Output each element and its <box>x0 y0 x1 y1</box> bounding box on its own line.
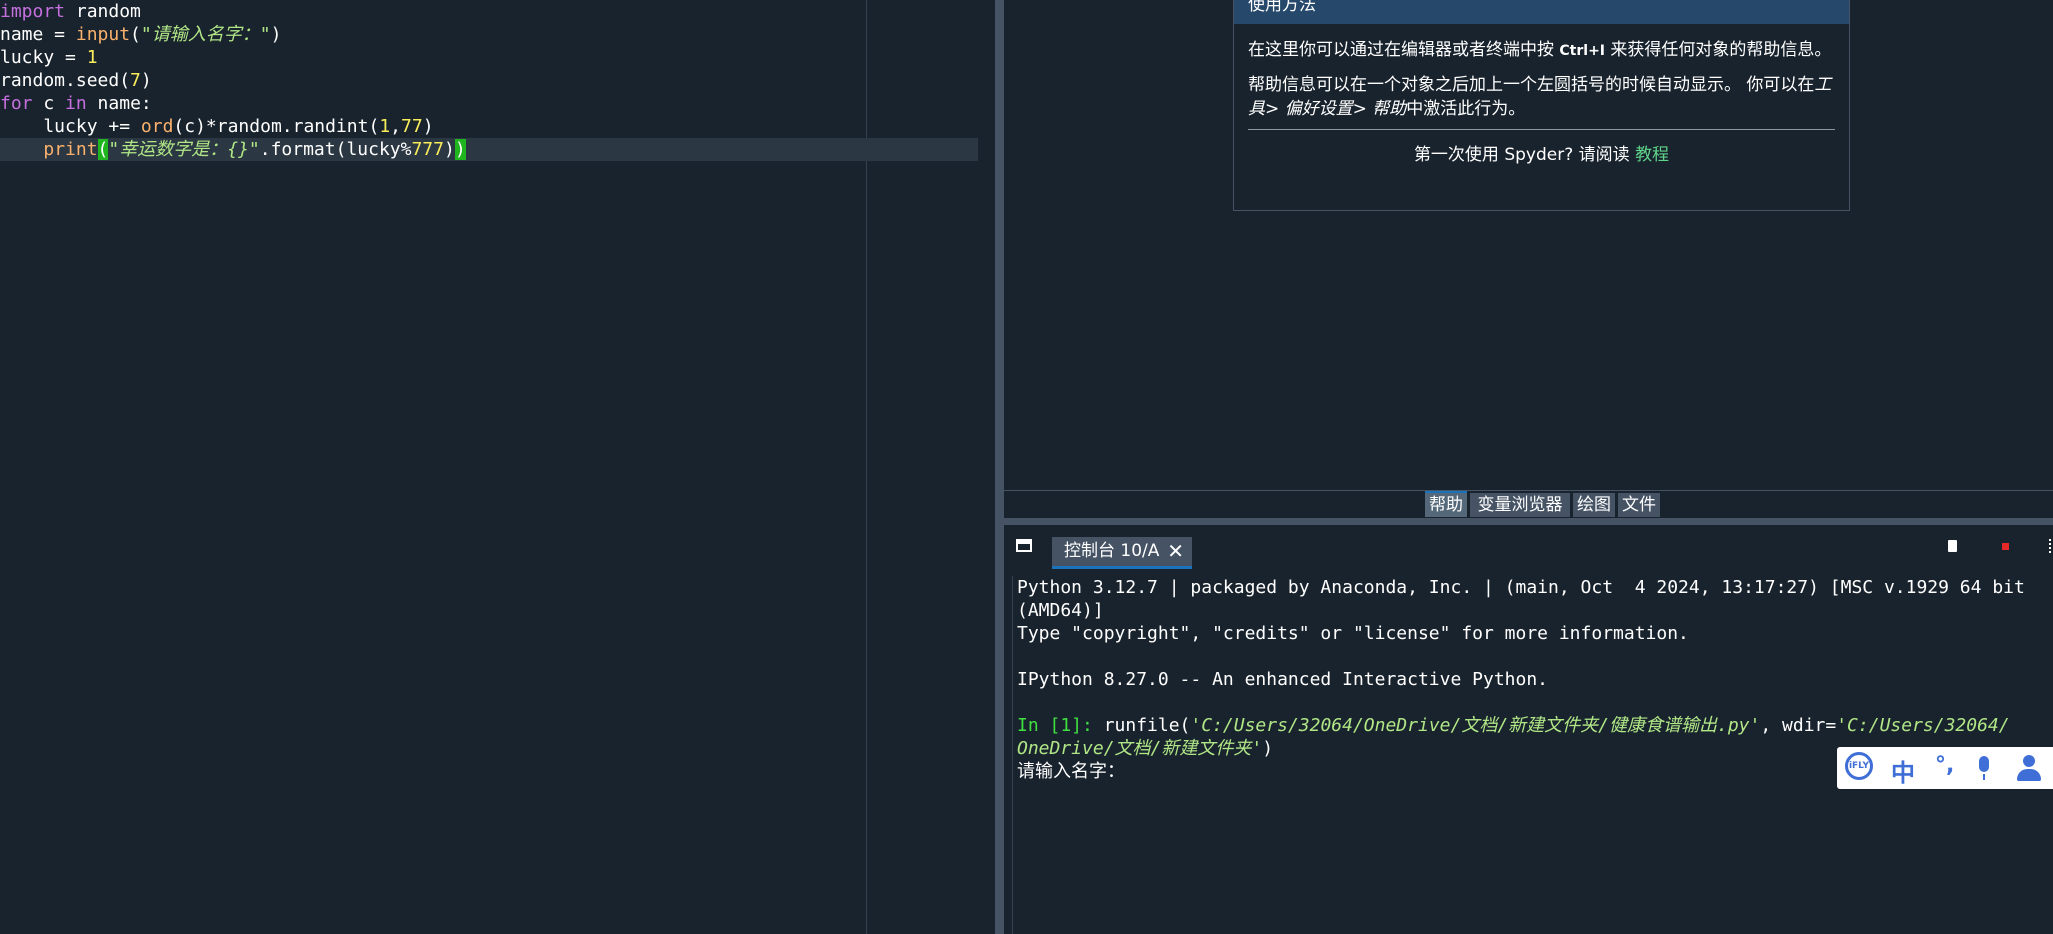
help-paragraph-2: 帮助信息可以在一个对象之后加上一个左圆括号的时候自动显示。 你可以在工具> 偏好… <box>1234 73 1849 121</box>
ipython-console: 控制台 10/A ✕ Python 3.12.7 | packaged by A… <box>1004 525 2053 934</box>
code-line[interactable]: import random <box>0 0 141 23</box>
pane-tab-bar: 帮助 变量浏览器 绘图 文件 <box>1004 490 2053 519</box>
code-token: random <box>65 1 141 22</box>
window-icon[interactable] <box>1016 539 1032 552</box>
code-token: 777 <box>411 139 444 160</box>
code-token: ) <box>270 24 282 45</box>
help-card-title: 使用方法 <box>1234 0 1849 24</box>
input-request-text: 请输入名字： <box>1017 761 1125 782</box>
code-line[interactable]: for c in name: <box>0 92 152 115</box>
console-line: In [1]: runfile('C:/Users/32064/OneDrive… <box>1017 714 2053 737</box>
code-token: (c)*random.randint( <box>173 116 380 137</box>
user-icon[interactable] <box>2017 755 2041 781</box>
code-line[interactable]: print("幸运数字是：{}".format(lucky%777)) <box>0 138 978 161</box>
code-token: ( <box>130 24 141 45</box>
ime-toolbar[interactable]: iFLY 中 °, <box>1837 747 2053 789</box>
code-token: ) <box>443 139 455 160</box>
splitter-handle[interactable] <box>995 0 1004 934</box>
code-token: lucky = <box>0 47 87 68</box>
copy-icon[interactable] <box>1948 540 1957 552</box>
console-text: runfile( <box>1092 715 1191 736</box>
help-divider <box>1248 129 1835 130</box>
close-icon[interactable]: ✕ <box>1167 537 1184 566</box>
tab-files[interactable]: 文件 <box>1618 493 1660 517</box>
code-token: lucky += <box>0 116 141 137</box>
console-text: ) <box>1262 738 1274 759</box>
tab-plots[interactable]: 绘图 <box>1573 493 1615 517</box>
code-token: for <box>0 93 33 114</box>
console-string: OneDrive/文档/新建文件夹' <box>1017 738 1263 759</box>
help-usage-card: 使用方法 在这里你可以通过在编辑器或者终端中按 Ctrl+I 来获得任何对象的帮… <box>1233 0 1850 211</box>
microphone-icon[interactable] <box>1979 756 1989 780</box>
code-token: 1 <box>379 116 391 137</box>
help-footer-text: 第一次使用 Spyder? 请阅读 <box>1413 145 1630 165</box>
code-token: in <box>65 93 87 114</box>
help-paragraph-1: 在这里你可以通过在编辑器或者终端中按 Ctrl+I 来获得任何对象的帮助信息。 <box>1234 38 1849 63</box>
code-token: ) <box>422 116 434 137</box>
console-line: (AMD64)] <box>1017 600 1104 621</box>
code-editor[interactable]: import random name = input("请输入名字：") lucky… <box>0 0 978 934</box>
console-line: Type "copyright", "credits" or "license"… <box>1017 623 1689 644</box>
console-text: , wdir= <box>1760 715 1837 736</box>
shortcut-key: Ctrl+I <box>1559 43 1606 59</box>
ime-mode-toggle[interactable]: 中 <box>1891 753 1915 788</box>
code-line[interactable]: lucky = 1 <box>0 46 98 69</box>
help-text: 在这里你可以通过在编辑器或者终端中按 <box>1248 40 1554 60</box>
console-string: 'C:/Users/32064/ <box>1836 715 2010 736</box>
code-token: 77 <box>401 116 423 137</box>
code-token: 7 <box>130 70 141 91</box>
console-string: 'C:/Users/32064/OneDrive/文档/新建文件夹/健康食谱输出… <box>1190 715 1761 736</box>
code-token: ) <box>454 139 466 160</box>
code-token: input <box>75 24 131 45</box>
pane-divider[interactable] <box>1004 518 2053 525</box>
help-footer: 第一次使用 Spyder? 请阅读 教程 <box>1234 140 1849 165</box>
console-tab[interactable]: 控制台 10/A ✕ <box>1052 537 1192 569</box>
code-token: .format(lucky% <box>259 139 412 160</box>
code-token: name: <box>86 93 152 114</box>
punctuation-icon[interactable]: °, <box>1935 753 1954 778</box>
console-tab-label: 控制台 10/A <box>1064 541 1160 561</box>
console-toolbar: 控制台 10/A ✕ <box>1004 525 2053 571</box>
code-token: c <box>32 93 66 114</box>
console-lines: Python 3.12.7 | packaged by Anaconda, In… <box>1017 576 2053 714</box>
help-text: 帮助信息可以在一个对象之后加上一个左圆括号的时候自动显示。 你可以在 <box>1248 75 1815 95</box>
tab-variable-explorer[interactable]: 变量浏览器 <box>1470 493 1570 517</box>
code-token: ( <box>97 139 109 160</box>
code-token: import <box>0 1 66 22</box>
code-token: "请输入名字：" <box>140 24 271 45</box>
code-token: "幸运数字是：{}" <box>108 139 260 160</box>
code-line[interactable]: name = input("请输入名字：") <box>0 23 281 46</box>
code-line[interactable]: lucky += ord(c)*random.randint(1,77) <box>0 115 434 138</box>
code-token: 1 <box>86 47 98 68</box>
code-token: name = <box>0 24 76 45</box>
code-token: , <box>390 116 401 137</box>
input-prompt: In [1]: <box>1017 715 1093 736</box>
ifly-logo-icon[interactable]: iFLY <box>1845 752 1873 780</box>
options-menu-icon[interactable] <box>2049 539 2053 553</box>
console-line: Python 3.12.7 | packaged by Anaconda, In… <box>1017 577 2025 598</box>
help-text: 中激活此行为。 <box>1406 99 1526 119</box>
tutorial-link[interactable]: 教程 <box>1635 145 1669 165</box>
code-token: ord <box>140 116 174 137</box>
help-text: 来获得任何对象的帮助信息。 <box>1610 40 1832 60</box>
help-pane: 使用方法 在这里你可以通过在编辑器或者终端中按 Ctrl+I 来获得任何对象的帮… <box>1004 0 2053 490</box>
code-token: ) <box>140 70 152 91</box>
console-line: IPython 8.27.0 -- An enhanced Interactiv… <box>1017 669 1549 690</box>
code-token: print <box>43 139 98 160</box>
stop-icon[interactable] <box>2002 543 2009 550</box>
code-line[interactable]: random.seed(7) <box>0 69 152 92</box>
code-token: random.seed( <box>0 70 131 91</box>
tab-help[interactable]: 帮助 <box>1425 491 1467 517</box>
